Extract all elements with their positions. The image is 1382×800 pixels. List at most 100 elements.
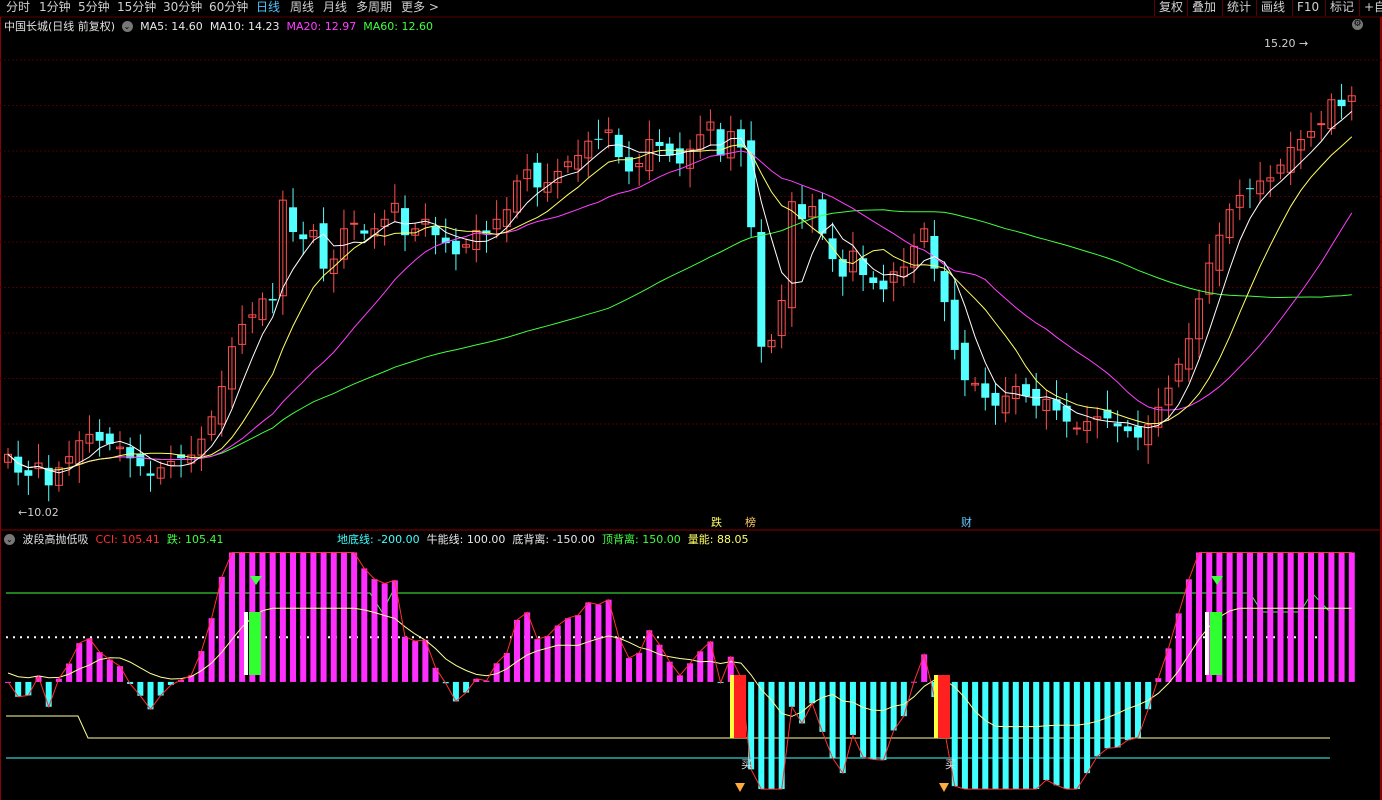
tab-daily[interactable]: 日线 bbox=[256, 0, 280, 16]
candle-body-down bbox=[146, 473, 155, 476]
niuneng-value: 牛能线: 100.00 bbox=[426, 533, 506, 546]
stock-chart[interactable] bbox=[0, 0, 1382, 800]
candle-body-down bbox=[879, 280, 888, 290]
candle-body-down bbox=[533, 162, 542, 188]
tab-5min[interactable]: 5分钟 bbox=[78, 0, 110, 16]
overlay-button[interactable]: 叠加 bbox=[1187, 0, 1220, 16]
cci-bar bbox=[625, 658, 632, 682]
cci-bar bbox=[636, 652, 643, 682]
candle-body-down bbox=[268, 298, 277, 301]
event-marker-cai[interactable]: 财 bbox=[961, 515, 972, 531]
tab-60min[interactable]: 60分钟 bbox=[209, 0, 248, 16]
chevron-down-icon[interactable]: ⌄ bbox=[121, 21, 133, 32]
cci-bar bbox=[880, 681, 887, 761]
tab-monthly[interactable]: 月线 bbox=[323, 0, 347, 16]
ma60-line bbox=[7, 209, 1352, 471]
cci-bar bbox=[1063, 681, 1070, 790]
cci-bar bbox=[381, 583, 388, 682]
cci-bar bbox=[310, 552, 317, 682]
candle-body-down bbox=[136, 453, 145, 467]
cci-bar bbox=[391, 580, 398, 682]
candle-body-down bbox=[960, 342, 969, 381]
high-price-label: 15.20 → bbox=[1264, 37, 1309, 50]
cci-bar bbox=[809, 681, 816, 704]
cci-bar bbox=[279, 552, 286, 682]
dingbeili-value: 顶背离: 150.00 bbox=[602, 533, 681, 546]
tab-15min[interactable]: 15分钟 bbox=[117, 0, 156, 16]
sell-signal-bar bbox=[249, 612, 261, 675]
die-value: 跌: 105.41 bbox=[166, 533, 224, 546]
ma20-value: MA20: 12.97 bbox=[286, 20, 357, 33]
candle-body-down bbox=[930, 235, 939, 269]
cci-bar bbox=[1308, 552, 1315, 682]
tab-multi-period[interactable]: 多周期 bbox=[356, 0, 392, 16]
tab-30min[interactable]: 30分钟 bbox=[163, 0, 202, 16]
settings-gear-icon[interactable]: ⚙ bbox=[1352, 19, 1363, 30]
cci-bar bbox=[900, 681, 907, 717]
candle-body-down bbox=[594, 138, 603, 140]
cci-bar bbox=[218, 576, 225, 682]
cci-bar bbox=[361, 568, 368, 682]
f10-button[interactable]: F10 bbox=[1292, 0, 1323, 16]
buy-diamond-icon bbox=[735, 783, 745, 792]
draw-button[interactable]: 画线 bbox=[1256, 0, 1289, 16]
tab-fenshi[interactable]: 分时 bbox=[6, 0, 30, 16]
buy-mark-2: 买 bbox=[945, 758, 956, 771]
stock-title[interactable]: 中国长城(日线 前复权) bbox=[4, 20, 115, 33]
indicator-name[interactable]: 波段高抛低吸 bbox=[23, 533, 89, 546]
cci-bar bbox=[1185, 579, 1192, 682]
period-toolbar: 分时 1分钟 5分钟 15分钟 30分钟 60分钟 日线 周线 月线 多周期 更… bbox=[0, 0, 1382, 16]
cci-bar bbox=[1084, 681, 1091, 774]
candle-body-down bbox=[869, 277, 878, 283]
candle-body-down bbox=[95, 431, 104, 441]
cci-bar bbox=[1257, 552, 1264, 682]
cci-bar bbox=[595, 604, 602, 682]
cci-bar bbox=[514, 619, 520, 682]
cci-bar bbox=[1053, 681, 1060, 786]
cci-bar bbox=[982, 681, 989, 790]
cci-bar bbox=[870, 681, 877, 760]
buy-signal-side bbox=[934, 675, 938, 738]
cci-bar bbox=[544, 636, 551, 682]
cci-bar bbox=[1012, 681, 1019, 790]
tab-1min[interactable]: 1分钟 bbox=[39, 0, 71, 16]
candle-body-down bbox=[299, 234, 308, 240]
cci-bar bbox=[564, 618, 571, 682]
cci-bar bbox=[432, 667, 439, 682]
dibeili-line bbox=[6, 715, 1330, 739]
cci-value: CCI: 105.41 bbox=[95, 533, 160, 546]
candle-body-down bbox=[1337, 99, 1346, 107]
candle-body-down bbox=[1245, 188, 1254, 190]
cci-bar bbox=[1226, 552, 1233, 682]
cci-bar bbox=[646, 630, 653, 682]
cci-bar bbox=[1287, 552, 1294, 682]
tab-weekly[interactable]: 周线 bbox=[290, 0, 314, 16]
candle-body-up bbox=[1317, 123, 1326, 126]
cci-bar bbox=[25, 681, 32, 696]
cci-bar bbox=[1124, 681, 1131, 741]
cci-bar bbox=[849, 681, 856, 735]
cci-bar bbox=[340, 552, 347, 682]
candle-body-down bbox=[360, 230, 369, 234]
candle-body-down bbox=[289, 207, 298, 233]
ma5-value: MA5: 14.60 bbox=[140, 20, 203, 33]
event-marker-die[interactable]: 跌 bbox=[711, 515, 722, 531]
candle-body-down bbox=[1113, 423, 1122, 427]
cci-bar bbox=[839, 681, 846, 774]
event-marker-bang[interactable]: 榜 bbox=[745, 515, 756, 531]
cci-bar bbox=[412, 641, 419, 682]
cci-bar bbox=[1277, 552, 1284, 682]
fuquan-button[interactable]: 复权 bbox=[1154, 0, 1187, 16]
mark-button[interactable]: 标记 bbox=[1325, 0, 1358, 16]
cci-bar bbox=[1145, 681, 1152, 710]
cci-bar bbox=[1236, 552, 1243, 682]
custom-button[interactable]: +自 bbox=[1359, 0, 1382, 16]
cci-bar bbox=[554, 625, 561, 682]
candle-body-down bbox=[401, 208, 410, 236]
indicator-chevron-icon[interactable]: ⌄ bbox=[4, 534, 15, 545]
cci-bar bbox=[402, 636, 409, 682]
stats-button[interactable]: 统计 bbox=[1222, 0, 1255, 16]
candle-body-down bbox=[1022, 384, 1030, 397]
tab-more[interactable]: 更多 > bbox=[401, 0, 439, 16]
cci-bar bbox=[605, 599, 612, 682]
